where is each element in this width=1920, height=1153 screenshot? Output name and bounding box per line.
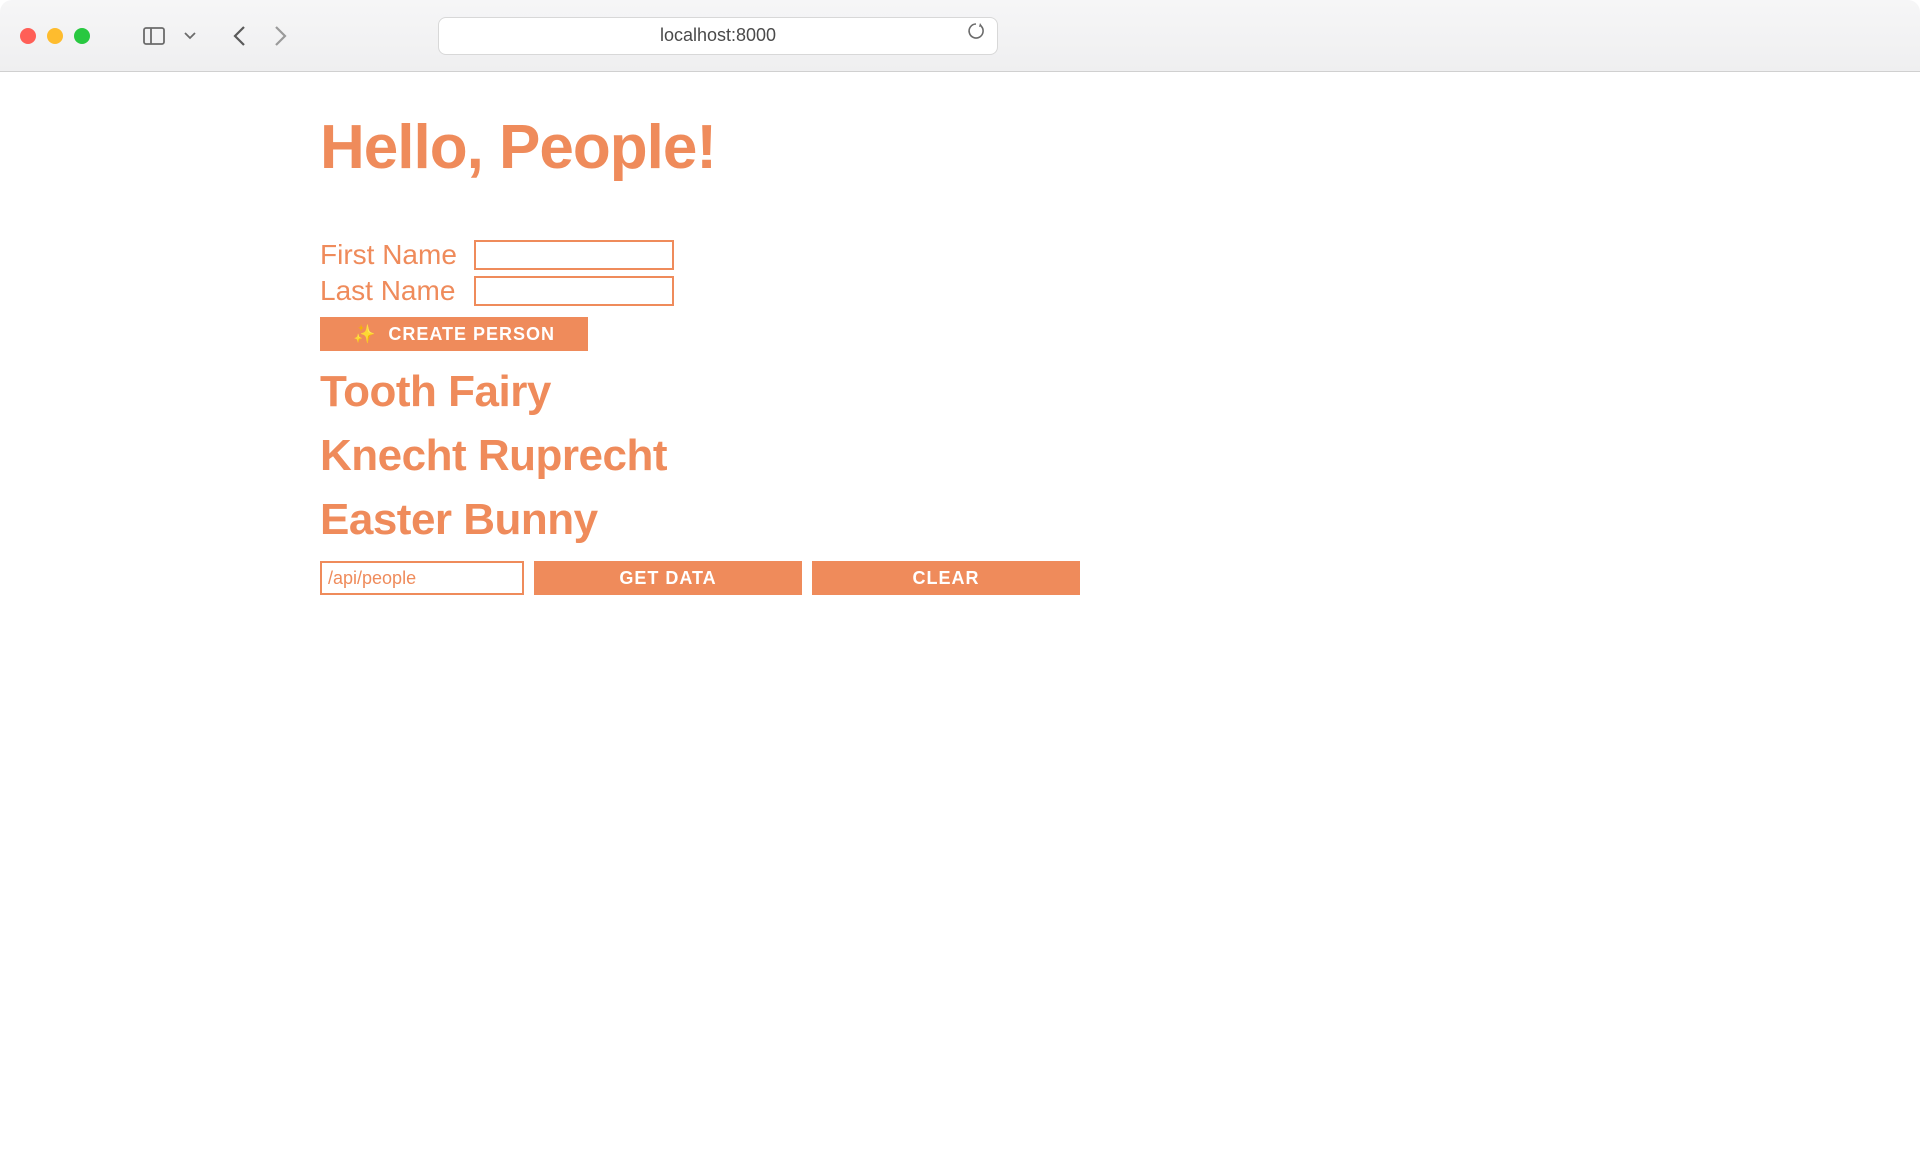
last-name-input[interactable] [474,276,674,306]
minimize-window-button[interactable] [47,28,63,44]
browser-toolbar: localhost:8000 [0,0,1920,72]
address-text: localhost:8000 [660,25,776,46]
sidebar-toggle-icon[interactable] [140,22,168,50]
first-name-row: First Name [320,239,1920,271]
api-endpoint-input[interactable] [320,561,524,595]
close-window-button[interactable] [20,28,36,44]
first-name-input[interactable] [474,240,674,270]
first-name-label: First Name [320,239,474,271]
api-controls: GET DATA CLEAR [320,561,1920,595]
people-list: Tooth Fairy Knecht Ruprecht Easter Bunny [320,367,1920,545]
address-bar[interactable]: localhost:8000 [438,17,998,55]
last-name-row: Last Name [320,275,1920,307]
create-button-label: CREATE PERSON [388,324,555,345]
create-person-button[interactable]: ✨ CREATE PERSON [320,317,588,351]
person-item: Tooth Fairy [320,367,1920,417]
maximize-window-button[interactable] [74,28,90,44]
window-controls [20,28,90,44]
clear-button[interactable]: CLEAR [812,561,1080,595]
page-content: Hello, People! First Name Last Name ✨ CR… [0,72,1920,595]
person-item: Easter Bunny [320,495,1920,545]
forward-button[interactable] [272,25,288,47]
chevron-down-icon[interactable] [176,22,204,50]
last-name-label: Last Name [320,275,474,307]
reload-icon[interactable] [967,23,985,48]
sparkle-icon: ✨ [353,324,376,345]
person-item: Knecht Ruprecht [320,431,1920,481]
page-title: Hello, People! [320,112,1920,183]
back-button[interactable] [232,25,248,47]
get-data-button[interactable]: GET DATA [534,561,802,595]
